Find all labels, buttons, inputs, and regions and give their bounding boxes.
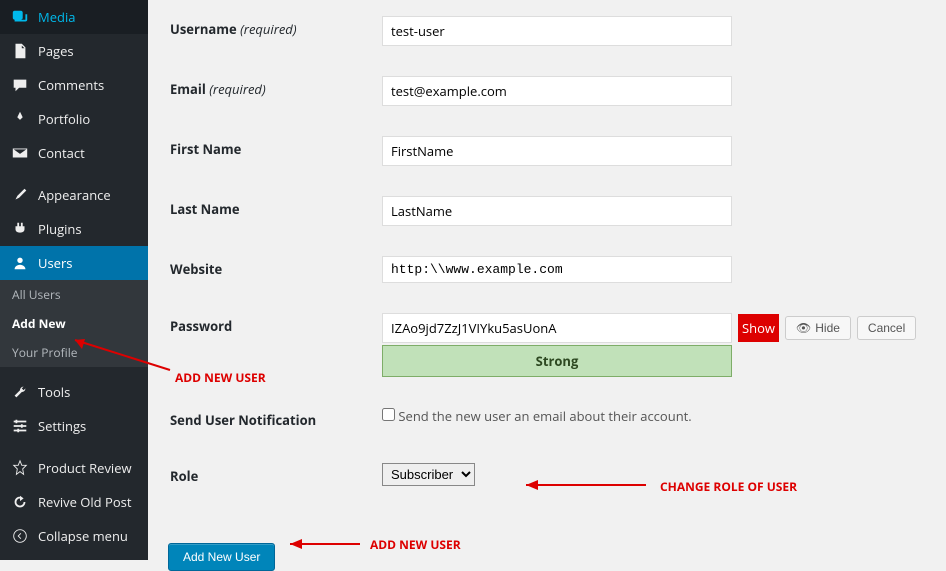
sidebar-item-comments[interactable]: Comments	[0, 68, 148, 102]
sidebar-sub-your-profile[interactable]: Your Profile	[0, 338, 148, 367]
sidebar-item-label: Users	[38, 254, 72, 272]
username-input[interactable]	[382, 16, 732, 46]
website-input[interactable]	[382, 256, 732, 283]
star-icon	[10, 459, 30, 477]
sidebar-item-label: Collapse menu	[38, 527, 128, 545]
sidebar-item-label: Portfolio	[38, 110, 90, 128]
wrench-icon	[10, 383, 30, 401]
cancel-button[interactable]: Cancel	[857, 316, 916, 340]
sidebar-item-label: Tools	[38, 383, 70, 401]
notify-checkbox[interactable]	[382, 408, 395, 421]
sidebar-item-tools[interactable]: Tools	[0, 375, 148, 409]
lastname-label: Last Name	[170, 182, 380, 240]
lastname-input[interactable]	[382, 196, 732, 226]
sidebar-item-label: Product Review	[38, 459, 132, 477]
password-input[interactable]	[382, 313, 732, 343]
collapse-icon	[10, 527, 30, 545]
sidebar-item-collapse[interactable]: Collapse menu	[0, 519, 148, 553]
sidebar-item-product-review[interactable]: Product Review	[0, 451, 148, 485]
user-form: Username (required) Email (required) Fir…	[168, 0, 926, 543]
website-label: Website	[170, 242, 380, 297]
firstname-input[interactable]	[382, 136, 732, 166]
sidebar-item-label: Contact	[38, 144, 85, 162]
email-label: Email (required)	[170, 62, 380, 120]
sidebar-item-plugins[interactable]: Plugins	[0, 212, 148, 246]
sidebar-item-label: Revive Old Post	[38, 493, 131, 511]
sidebar-item-media[interactable]: Media	[0, 0, 148, 34]
sidebar-item-contact[interactable]: Contact	[0, 136, 148, 170]
sidebar-item-label: Appearance	[38, 186, 111, 204]
sidebar-item-appearance[interactable]: Appearance	[0, 178, 148, 212]
sidebar-sub-add-new[interactable]: Add New	[0, 309, 148, 338]
sidebar-item-revive-old-post[interactable]: Revive Old Post	[0, 485, 148, 519]
sidebar-item-label: Media	[38, 8, 75, 26]
role-label: Role	[170, 449, 380, 503]
plug-icon	[10, 220, 30, 238]
sidebar-item-label: Pages	[38, 42, 74, 60]
sidebar-sub-all-users[interactable]: All Users	[0, 280, 148, 309]
comment-icon	[10, 76, 30, 94]
show-badge: Show	[738, 314, 779, 342]
media-icon	[10, 8, 30, 26]
sliders-icon	[10, 417, 30, 435]
pin-icon	[10, 110, 30, 128]
notify-text: Send the new user an email about their a…	[398, 407, 691, 425]
password-label: Password	[170, 299, 380, 391]
sidebar-item-label: Plugins	[38, 220, 82, 238]
hide-button[interactable]: 👁Hide	[785, 316, 851, 340]
user-icon	[10, 254, 30, 272]
refresh-icon	[10, 493, 30, 511]
sidebar-item-users[interactable]: Users	[0, 246, 148, 280]
password-strength: Strong	[382, 345, 732, 377]
email-input[interactable]	[382, 76, 732, 106]
eye-slash-icon: 👁	[796, 321, 811, 335]
username-label: Username (required)	[170, 2, 380, 60]
page-icon	[10, 42, 30, 60]
brush-icon	[10, 186, 30, 204]
sidebar-item-portfolio[interactable]: Portfolio	[0, 102, 148, 136]
admin-sidebar: Media Pages Comments Portfolio Contact A…	[0, 0, 148, 560]
mail-icon	[10, 144, 30, 162]
role-select[interactable]: Subscriber	[382, 463, 475, 486]
firstname-label: First Name	[170, 122, 380, 180]
notify-label: Send User Notification	[170, 393, 380, 447]
sidebar-item-label: Comments	[38, 76, 104, 94]
sidebar-item-pages[interactable]: Pages	[0, 34, 148, 68]
sidebar-item-label: Settings	[38, 417, 86, 435]
main-content: Username (required) Email (required) Fir…	[148, 0, 946, 560]
add-new-user-button[interactable]: Add New User	[168, 543, 275, 571]
sidebar-submenu: All Users Add New Your Profile	[0, 280, 148, 367]
sidebar-item-settings[interactable]: Settings	[0, 409, 148, 443]
